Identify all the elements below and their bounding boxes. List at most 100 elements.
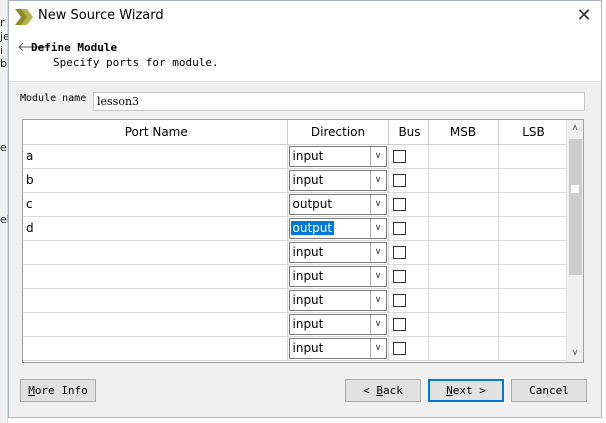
table-row: input ∨: [23, 288, 570, 313]
bus-checkbox[interactable]: [392, 317, 406, 331]
table-row: a input ∨: [23, 144, 570, 169]
module-name-input[interactable]: lesson3: [93, 92, 585, 111]
bus-checkbox[interactable]: [392, 197, 406, 211]
direction-value: input: [292, 172, 324, 187]
direction-value: input: [292, 148, 324, 163]
bus-checkbox[interactable]: [392, 173, 406, 187]
bus-checkbox[interactable]: [392, 149, 406, 163]
background-text: e: [0, 141, 7, 154]
table-row: input ∨: [23, 312, 570, 337]
page-subtitle: Specify ports for module.: [53, 56, 219, 69]
table-row: d output ∨: [23, 216, 570, 241]
port-name-cell[interactable]: c: [23, 192, 288, 217]
column-header-direction[interactable]: Direction: [287, 120, 389, 145]
port-name-cell[interactable]: [23, 264, 288, 289]
direction-select[interactable]: output ∨: [288, 193, 387, 215]
wizard-header: 🡐 Define Module Specify ports for module…: [9, 32, 601, 82]
direction-select[interactable]: input ∨: [288, 289, 387, 311]
direction-select[interactable]: input ∨: [288, 337, 387, 359]
lsb-cell[interactable]: [498, 288, 570, 313]
port-name-cell[interactable]: a: [23, 144, 288, 169]
ports-grid: Port Name Direction Bus MSB LSB a input ∨: [23, 120, 570, 361]
scroll-down-icon[interactable]: ∨: [567, 345, 583, 362]
direction-select[interactable]: input ∨: [288, 241, 387, 263]
lsb-cell[interactable]: [498, 216, 570, 241]
port-name-cell[interactable]: [23, 288, 288, 313]
back-button[interactable]: < Back: [345, 379, 421, 402]
next-button[interactable]: Next >: [428, 379, 504, 402]
lsb-cell[interactable]: [498, 192, 570, 217]
bus-checkbox[interactable]: [392, 245, 406, 259]
direction-value: output: [292, 196, 333, 211]
direction-value: input: [292, 244, 324, 259]
chevron-down-icon[interactable]: ∨: [369, 218, 386, 238]
background-text: i: [0, 44, 4, 57]
msb-cell[interactable]: [428, 264, 499, 289]
direction-value: input: [292, 292, 324, 307]
msb-cell[interactable]: [428, 240, 499, 265]
lsb-cell[interactable]: [498, 312, 570, 337]
title-bar[interactable]: New Source Wizard ✕: [9, 1, 601, 32]
lsb-cell[interactable]: [498, 144, 570, 169]
bus-checkbox[interactable]: [392, 269, 406, 283]
column-header-msb[interactable]: MSB: [428, 120, 499, 145]
bus-checkbox[interactable]: [392, 293, 406, 307]
scrollbar-marker: [570, 184, 580, 194]
wizard-window: New Source Wizard ✕ 🡐 Define Module Spec…: [8, 0, 602, 418]
port-name-cell[interactable]: d: [23, 216, 288, 241]
scrollbar-thumb[interactable]: [569, 139, 582, 275]
direction-select[interactable]: input ∨: [288, 145, 387, 167]
app-logo-icon: [15, 9, 33, 25]
cancel-button[interactable]: Cancel: [511, 379, 587, 402]
column-header-port-name[interactable]: Port Name: [23, 120, 288, 145]
background-text: r: [0, 16, 5, 29]
msb-cell[interactable]: [428, 288, 499, 313]
direction-value: input: [292, 340, 324, 355]
port-name-cell[interactable]: [23, 240, 288, 265]
chevron-down-icon[interactable]: ∨: [369, 266, 386, 286]
chevron-down-icon[interactable]: ∨: [369, 170, 386, 190]
scroll-up-icon[interactable]: ∧: [567, 120, 583, 137]
column-header-bus[interactable]: Bus: [388, 120, 429, 145]
port-name-cell[interactable]: [23, 336, 288, 361]
direction-select[interactable]: output ∨: [288, 217, 387, 239]
port-name-cell[interactable]: b: [23, 168, 288, 193]
table-row: input ∨: [23, 264, 570, 289]
window-title: New Source Wizard: [38, 8, 164, 23]
lsb-cell[interactable]: [498, 264, 570, 289]
direction-select[interactable]: input ∨: [288, 313, 387, 335]
lsb-cell[interactable]: [498, 168, 570, 193]
background-text: b: [0, 57, 7, 70]
module-name-row: Module name lesson3: [20, 92, 585, 111]
msb-cell[interactable]: [428, 168, 499, 193]
chevron-down-icon[interactable]: ∨: [369, 194, 386, 214]
msb-cell[interactable]: [428, 192, 499, 217]
msb-cell[interactable]: [428, 144, 499, 169]
lsb-cell[interactable]: [498, 336, 570, 361]
direction-value: input: [292, 316, 324, 331]
wizard-footer: More Info < Back Next > Cancel: [9, 371, 601, 417]
wizard-body: Module name lesson3 Port Name Direction …: [9, 83, 601, 371]
table-row: b input ∨: [23, 168, 570, 193]
close-icon[interactable]: ✕: [573, 5, 595, 27]
msb-cell[interactable]: [428, 216, 499, 241]
table-row: c output ∨: [23, 192, 570, 217]
module-name-label: Module name: [20, 93, 87, 104]
table-header-row: Port Name Direction Bus MSB LSB: [23, 120, 570, 145]
chevron-down-icon[interactable]: ∨: [369, 314, 386, 334]
msb-cell[interactable]: [428, 336, 499, 361]
lsb-cell[interactable]: [498, 240, 570, 265]
bus-checkbox[interactable]: [392, 221, 406, 235]
chevron-down-icon[interactable]: ∨: [369, 242, 386, 262]
port-name-cell[interactable]: [23, 312, 288, 337]
msb-cell[interactable]: [428, 312, 499, 337]
bus-checkbox[interactable]: [392, 341, 406, 355]
chevron-down-icon[interactable]: ∨: [369, 146, 386, 166]
column-header-lsb[interactable]: LSB: [498, 120, 570, 145]
chevron-down-icon[interactable]: ∨: [369, 290, 386, 310]
more-info-button[interactable]: More Info: [20, 379, 96, 402]
chevron-down-icon[interactable]: ∨: [369, 338, 386, 358]
direction-select[interactable]: input ∨: [288, 265, 387, 287]
vertical-scrollbar[interactable]: ∧ ∨: [566, 120, 583, 362]
direction-select[interactable]: input ∨: [288, 169, 387, 191]
